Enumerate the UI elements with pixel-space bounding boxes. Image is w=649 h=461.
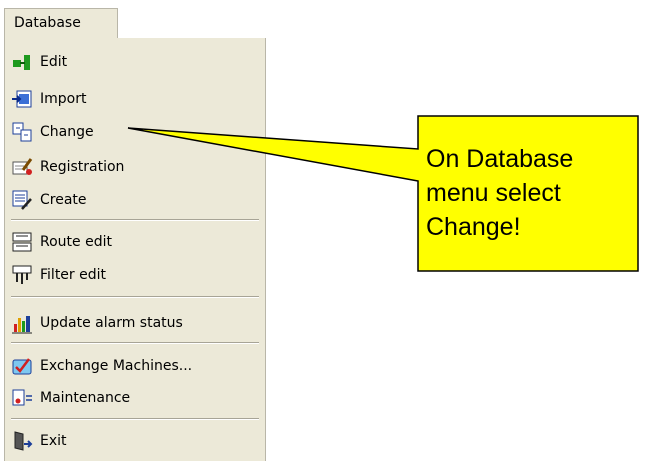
- callout-line: menu select: [426, 179, 561, 207]
- callout-line: On Database: [426, 145, 574, 173]
- callout-text: On Database menu select Change!: [426, 142, 636, 244]
- callout-line: Change!: [426, 213, 521, 241]
